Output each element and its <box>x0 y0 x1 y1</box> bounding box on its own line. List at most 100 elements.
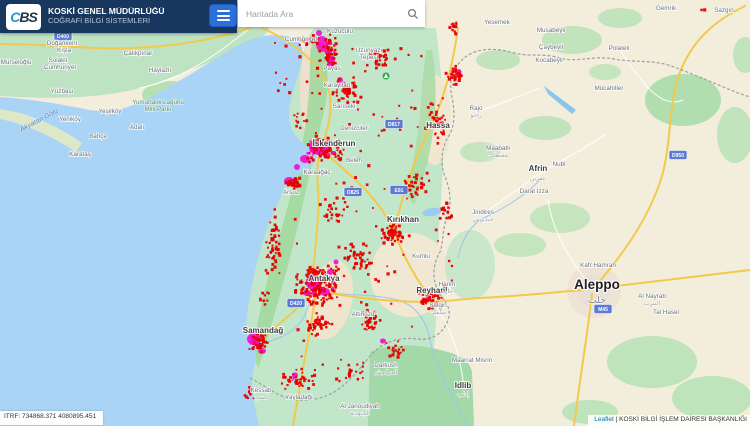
feature-dot[interactable] <box>359 96 362 99</box>
feature-dot[interactable] <box>321 108 323 110</box>
feature-dot[interactable] <box>296 185 299 188</box>
feature-dot[interactable] <box>259 299 262 302</box>
feature-dot[interactable] <box>454 78 457 81</box>
feature-dot[interactable] <box>310 303 313 306</box>
feature-dot[interactable] <box>394 345 396 347</box>
feature-dot[interactable] <box>379 59 381 61</box>
feature-dot[interactable] <box>309 285 311 287</box>
feature-dot[interactable] <box>330 294 332 296</box>
feature-dot[interactable] <box>332 289 335 292</box>
feature-dot[interactable] <box>366 64 369 67</box>
feature-dot[interactable] <box>703 8 706 11</box>
feature-dot[interactable] <box>384 188 386 190</box>
feature-dot[interactable] <box>366 183 369 186</box>
feature-dot[interactable] <box>421 177 423 179</box>
feature-dot[interactable] <box>356 364 358 366</box>
feature-dot[interactable] <box>272 245 274 247</box>
feature-dot[interactable] <box>442 207 445 210</box>
feature-dot[interactable] <box>356 101 359 104</box>
feature-dot[interactable] <box>254 340 256 342</box>
feature-dot[interactable] <box>374 278 377 281</box>
feature-dot[interactable] <box>290 179 292 181</box>
feature-dot[interactable] <box>302 114 304 116</box>
feature-dot[interactable] <box>387 49 390 52</box>
feature-dot[interactable] <box>321 303 324 306</box>
feature-dot[interactable] <box>415 174 418 177</box>
feature-dot[interactable] <box>448 260 450 262</box>
feature-dot[interactable] <box>256 341 259 344</box>
feature-dot[interactable] <box>316 266 319 269</box>
feature-dot[interactable] <box>330 207 333 210</box>
feature-dot[interactable] <box>365 303 368 306</box>
feature-dot[interactable] <box>402 349 405 352</box>
feature-dot[interactable] <box>402 237 404 239</box>
feature-dot[interactable] <box>327 209 329 211</box>
feature-dot[interactable] <box>371 327 374 330</box>
feature-dot[interactable] <box>321 318 324 321</box>
feature-dot[interactable] <box>334 37 336 39</box>
feature-dot[interactable] <box>378 135 380 137</box>
feature-dot[interactable] <box>384 235 387 238</box>
feature-dot[interactable] <box>322 269 325 272</box>
feature-dot[interactable] <box>287 384 289 386</box>
feature-dot[interactable] <box>362 366 364 368</box>
feature-dot[interactable] <box>336 91 338 93</box>
feature-dot[interactable] <box>318 50 321 53</box>
feature-dot[interactable] <box>320 299 322 301</box>
feature-dot[interactable] <box>305 282 308 285</box>
feature-dot[interactable] <box>384 62 386 64</box>
feature-dot[interactable] <box>313 374 316 377</box>
feature-dot[interactable] <box>348 92 351 95</box>
feature-dot[interactable] <box>300 282 302 284</box>
feature-dot[interactable] <box>452 26 454 28</box>
feature-dot[interactable] <box>437 240 439 242</box>
feature-dot[interactable] <box>350 250 352 252</box>
feature-dot[interactable] <box>306 288 309 291</box>
feature-dot[interactable] <box>311 92 313 94</box>
feature-dot[interactable] <box>442 97 444 99</box>
feature-dot[interactable] <box>321 159 323 161</box>
feature-dot[interactable] <box>360 301 363 304</box>
feature-dot[interactable] <box>386 227 388 229</box>
feature-dot[interactable] <box>300 378 302 380</box>
feature-dot[interactable] <box>306 80 309 83</box>
feature-dot[interactable] <box>344 247 347 250</box>
feature-dot[interactable] <box>337 367 339 369</box>
feature-dot[interactable] <box>309 266 312 269</box>
feature-dot[interactable] <box>451 29 453 31</box>
feature-dot[interactable] <box>417 194 419 196</box>
feature-dot[interactable] <box>438 118 441 121</box>
feature-dot[interactable] <box>294 218 297 221</box>
feature-dot[interactable] <box>448 26 451 29</box>
feature-dot[interactable] <box>297 273 299 275</box>
feature-dot[interactable] <box>360 251 362 253</box>
feature-dot[interactable] <box>298 379 300 381</box>
feature-dot[interactable] <box>357 378 359 380</box>
feature-dot[interactable] <box>293 179 296 182</box>
feature-dot[interactable] <box>337 155 340 158</box>
feature-dot[interactable] <box>278 252 281 255</box>
feature-dot[interactable] <box>313 152 315 154</box>
feature-dot[interactable] <box>354 85 357 88</box>
feature-dot[interactable] <box>367 164 370 167</box>
feature-dot[interactable] <box>349 244 351 246</box>
feature-dot[interactable] <box>274 266 277 269</box>
feature-dot[interactable] <box>325 214 328 217</box>
feature-dot[interactable] <box>313 295 316 298</box>
feature-dot[interactable] <box>455 23 457 25</box>
feature-dot[interactable] <box>335 266 337 268</box>
feature-dot[interactable] <box>320 290 322 292</box>
feature-dot[interactable] <box>331 323 333 325</box>
feature-dot[interactable] <box>305 119 308 122</box>
feature-dot[interactable] <box>275 72 277 74</box>
feature-dot[interactable] <box>296 116 298 118</box>
feature-dot[interactable] <box>417 186 419 188</box>
feature-dot[interactable] <box>329 211 331 213</box>
feature-dot[interactable] <box>343 182 346 185</box>
feature-dot[interactable] <box>343 98 345 100</box>
feature-dot[interactable] <box>320 152 323 155</box>
feature-dot[interactable] <box>392 347 395 350</box>
feature-dot[interactable] <box>325 38 327 40</box>
feature-dot[interactable] <box>322 287 324 289</box>
feature-dot[interactable] <box>368 262 371 265</box>
